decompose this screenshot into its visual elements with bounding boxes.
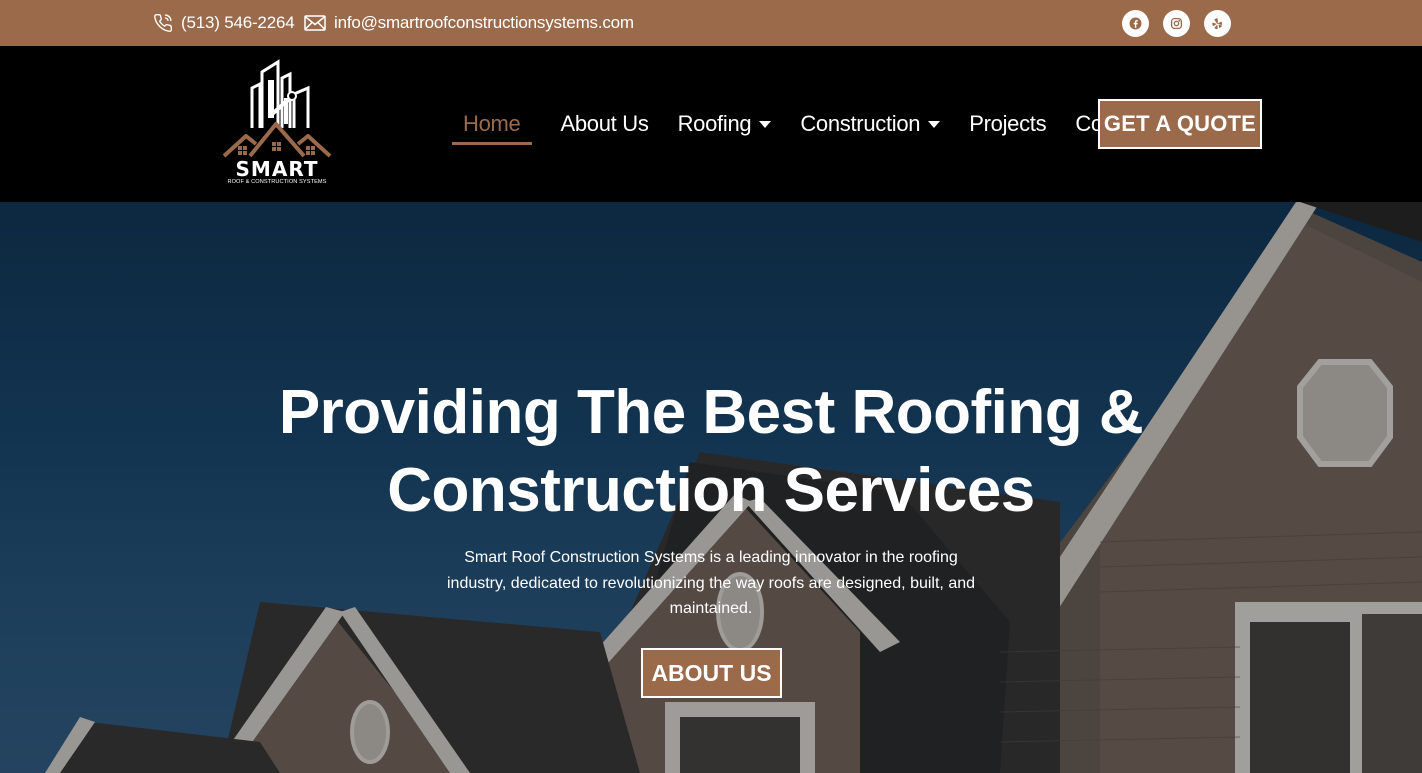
hero-section: Providing The Best Roofing & Constructio…	[0, 202, 1422, 773]
nav-item-label: About Us	[560, 111, 649, 136]
nav-item-label: Roofing	[677, 111, 752, 136]
nav-item-home[interactable]: Home	[452, 111, 532, 145]
hero-description: Smart Roof Construction Systems is a lea…	[446, 549, 976, 617]
nav-item-label: Projects	[969, 111, 1047, 136]
nav-item-projects[interactable]: Projects	[969, 111, 1046, 137]
hero-title-line-1: Providing The Best Roofing &	[278, 378, 1144, 447]
get-a-quote-button[interactable]: GET A QUOTE	[1098, 99, 1262, 149]
nav-item-label: Home	[463, 111, 521, 136]
email-contact[interactable]: info@smartroofconstructionsystems.com	[304, 0, 634, 46]
facebook-icon[interactable]	[1122, 10, 1149, 37]
about-us-button[interactable]: ABOUT US	[641, 648, 782, 698]
phone-icon	[153, 13, 173, 33]
logo-icon	[222, 59, 332, 158]
phone-number[interactable]: (513) 546-2264	[181, 13, 295, 33]
caret-down-icon	[928, 120, 941, 128]
top-bar: (513) 546-2264 info@smartroofconstructio…	[0, 0, 1422, 46]
caret-down-icon	[759, 120, 772, 128]
logo-brand-text: SMART	[235, 157, 319, 181]
nav-item-roofing[interactable]: Roofing	[678, 111, 772, 137]
nav-item-about-us[interactable]: About Us	[561, 111, 649, 137]
hero-title-line-2: Construction Services	[387, 456, 1035, 525]
nav-item-construction[interactable]: Construction	[800, 111, 941, 137]
main-nav: Home About Us Roofing Construction Proje…	[452, 46, 1210, 202]
site-header: SMART ROOF & CONSTRUCTION SYSTEMS Home A…	[0, 46, 1422, 202]
email-address[interactable]: info@smartroofconstructionsystems.com	[334, 13, 634, 33]
mail-icon	[304, 15, 326, 31]
social-links	[1122, 10, 1231, 37]
nav-item-label: Construction	[800, 111, 921, 136]
phone-contact[interactable]: (513) 546-2264	[153, 0, 295, 46]
logo-tagline: ROOF & CONSTRUCTION SYSTEMS	[227, 179, 327, 185]
site-logo[interactable]: SMART ROOF & CONSTRUCTION SYSTEMS	[216, 58, 338, 190]
instagram-icon[interactable]	[1163, 10, 1190, 37]
yelp-icon[interactable]	[1204, 10, 1231, 37]
